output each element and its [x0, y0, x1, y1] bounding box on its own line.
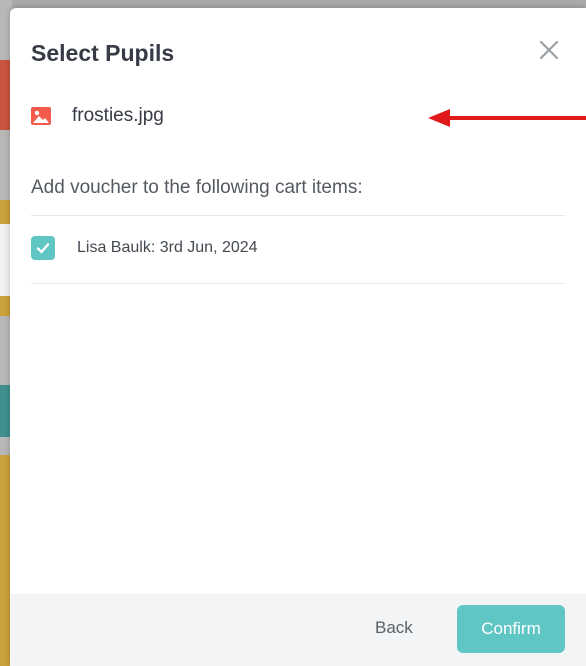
confirm-button[interactable]: Confirm — [457, 605, 565, 653]
close-button[interactable] — [537, 38, 561, 62]
file-row: frosties.jpg — [31, 105, 164, 127]
cart-item[interactable]: Lisa Baulk: 3rd Jun, 2024 — [31, 236, 258, 260]
divider — [31, 215, 565, 216]
divider — [31, 283, 565, 284]
instruction-text: Add voucher to the following cart items: — [31, 177, 363, 198]
file-name: frosties.jpg — [72, 105, 164, 126]
check-icon — [36, 243, 50, 254]
image-icon — [31, 107, 51, 125]
close-icon — [539, 40, 559, 60]
modal-title: Select Pupils — [31, 40, 175, 66]
select-pupils-modal: Select Pupils frosties.jpg Add voucher t… — [10, 8, 586, 666]
cart-item-checkbox[interactable] — [31, 236, 55, 260]
red-arrow-pointer-icon — [428, 109, 586, 127]
modal-footer: Back Confirm — [10, 594, 586, 666]
cart-item-label: Lisa Baulk: 3rd Jun, 2024 — [77, 239, 258, 256]
back-button[interactable]: Back — [375, 618, 413, 638]
